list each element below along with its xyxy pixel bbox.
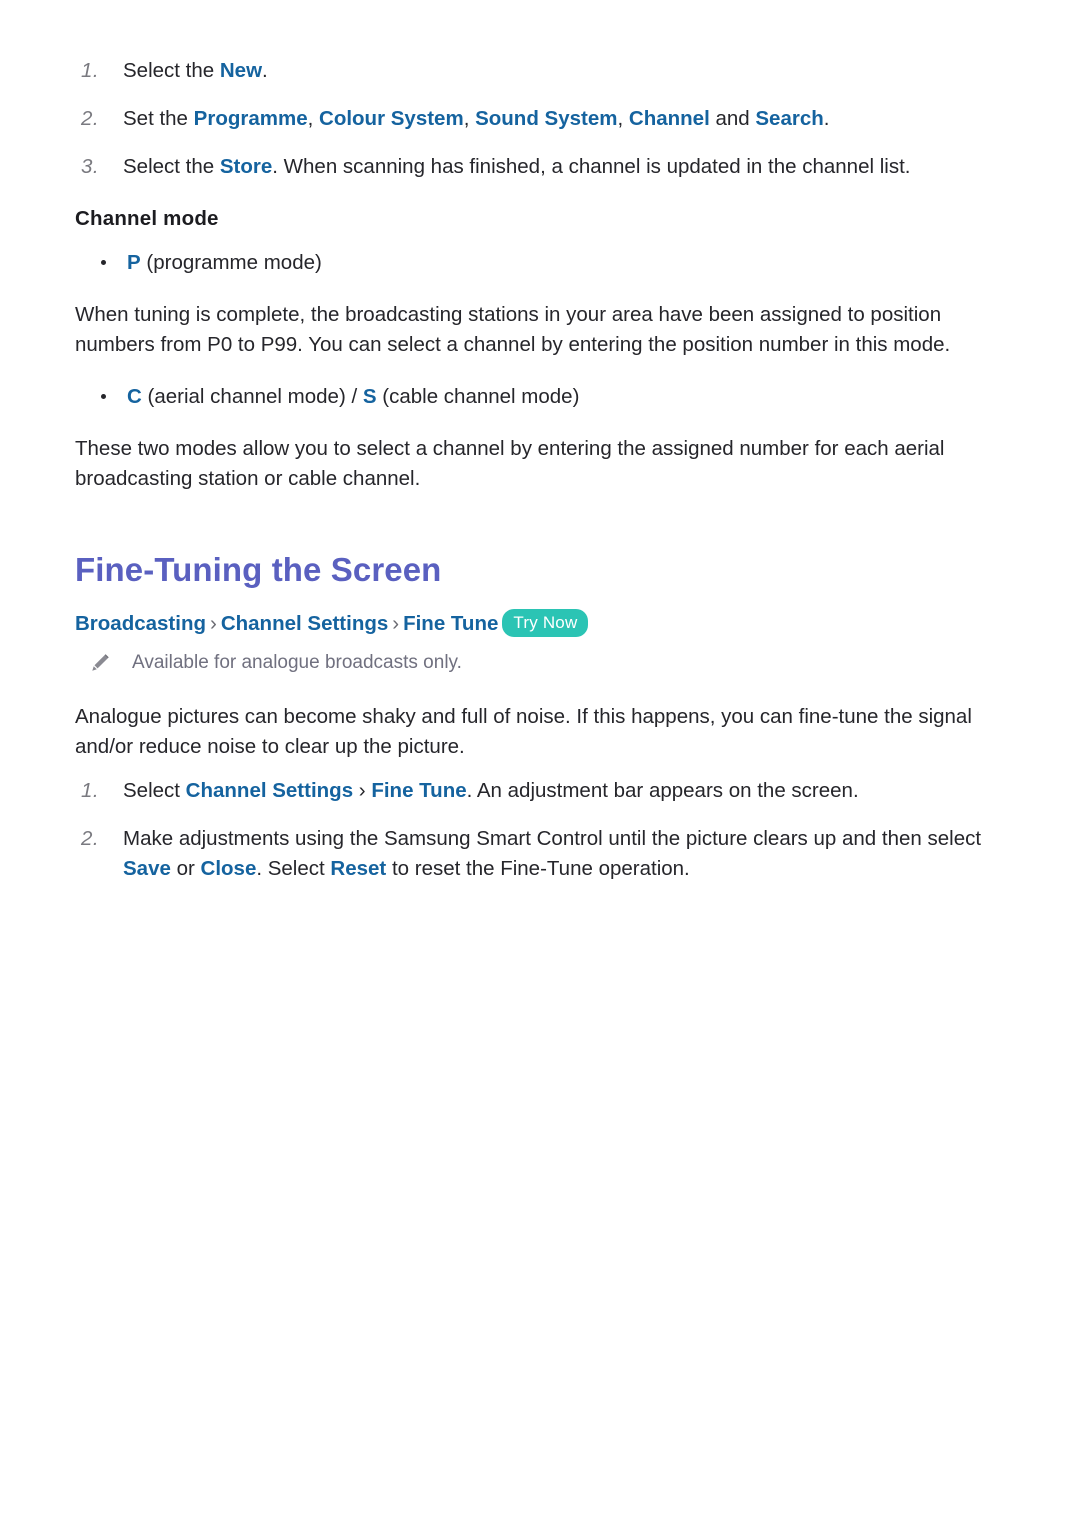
paragraph-programme-mode: When tuning is complete, the broadcastin… <box>75 303 951 356</box>
mode-code-c: C <box>127 385 142 408</box>
list-text: Select the Store. When scanning has fini… <box>123 155 910 178</box>
inline-text: to reset the Fine-Tune operation. <box>386 857 690 880</box>
mode-code-s: S <box>362 385 377 408</box>
channel-mode-bullets: P (programme mode) <box>75 248 1005 278</box>
inline-link[interactable]: Channel Settings <box>186 779 353 802</box>
inline-text: . When scanning has finished, a channel … <box>272 155 911 178</box>
list-text: Set the Programme, Colour System, Sound … <box>123 107 829 130</box>
list-number: 1. <box>81 59 100 82</box>
inline-link[interactable]: Search <box>755 107 823 130</box>
inline-link[interactable]: Save <box>123 857 171 880</box>
inline-link[interactable]: Sound System <box>475 107 617 130</box>
inline-text: or <box>170 857 201 880</box>
list-text: Select the New. <box>123 59 268 82</box>
list-item: 1. Select the New. <box>75 56 1005 86</box>
inline-text: Select <box>123 779 186 802</box>
inline-text: . <box>262 59 268 82</box>
breadcrumb: Broadcasting › Channel Settings › Fine Tune T… <box>75 609 1005 639</box>
inline-text: . Select <box>256 857 331 880</box>
mode-desc-c: (aerial channel mode) / <box>141 385 363 408</box>
list-number: 3. <box>81 155 100 178</box>
inline-link[interactable]: Programme <box>194 107 308 130</box>
list-item: 3. Select the Store. When scanning has f… <box>75 152 1005 182</box>
channel-mode-heading: Channel mode <box>75 207 219 230</box>
inline-link[interactable]: Fine Tune <box>371 779 466 802</box>
list-number: 1. <box>81 779 100 802</box>
fine-tune-steps-list: 1. Select Channel Settings › Fine Tune. … <box>75 776 1005 884</box>
inline-link[interactable]: Reset <box>330 857 386 880</box>
inline-text: › <box>353 779 372 802</box>
page-title: Fine-Tuning the Screen <box>75 551 442 588</box>
inline-text: Select the <box>123 59 220 82</box>
inline-text: , <box>307 107 320 130</box>
inline-link[interactable]: Colour System <box>319 107 464 130</box>
list-item: P (programme mode) <box>75 248 1005 278</box>
chevron-right-icon: › <box>392 612 400 635</box>
bullet-dot-icon <box>101 260 106 265</box>
list-text: Select Channel Settings › Fine Tune. An … <box>123 779 859 802</box>
paragraph-aerial-cable-mode: These two modes allow you to select a ch… <box>75 437 945 490</box>
list-item: 1. Select Channel Settings › Fine Tune. … <box>75 776 1005 806</box>
inline-text: Set the <box>123 107 194 130</box>
inline-text: . An adjustment bar appears on the scree… <box>466 779 859 802</box>
note-text: Available for analogue broadcasts only. <box>132 652 462 673</box>
chevron-right-icon: › <box>210 612 217 635</box>
inline-text: and <box>709 107 756 130</box>
breadcrumb-item-channel-settings[interactable]: Channel Settings <box>221 612 388 635</box>
list-item: 2. Set the Programme, Colour System, Sou… <box>75 104 1005 134</box>
list-item: 2. Make adjustments using the Samsung Sm… <box>75 824 1005 884</box>
list-number: 2. <box>81 107 100 130</box>
list-number: 2. <box>81 827 100 850</box>
inline-text: Make adjustments using the Samsung Smart… <box>123 827 982 850</box>
mode-desc-p: (programme mode) <box>140 251 322 274</box>
mode-desc-s: (cable channel mode) <box>376 385 580 408</box>
inline-text: , <box>617 107 629 130</box>
list-text: Make adjustments using the Samsung Smart… <box>123 827 981 880</box>
note-row: Available for analogue broadcasts only. <box>75 649 1005 676</box>
top-steps-list: 1. Select the New. 2. Set the Programme,… <box>75 56 1005 182</box>
inline-link[interactable]: New <box>220 59 262 82</box>
pencil-icon <box>89 652 111 674</box>
paragraph-intro: Analogue pictures can become shaky and f… <box>75 705 972 758</box>
document-content: 1. Select the New. 2. Set the Programme,… <box>75 56 1005 884</box>
inline-text: , <box>463 107 476 130</box>
try-now-badge[interactable]: Try Now <box>502 609 589 637</box>
inline-link[interactable]: Store <box>220 155 272 178</box>
channel-mode-bullets-2: C (aerial channel mode) / S (cable chann… <box>75 382 1005 412</box>
breadcrumb-item-fine-tune[interactable]: Fine Tune <box>403 612 498 635</box>
document-page: 1. Select the New. 2. Set the Programme,… <box>0 0 1080 1527</box>
list-item: C (aerial channel mode) / S (cable chann… <box>75 382 1005 412</box>
inline-link[interactable]: Channel <box>629 107 710 130</box>
mode-code-p: P <box>127 251 141 274</box>
inline-text: . <box>823 107 830 130</box>
breadcrumb-item-broadcasting[interactable]: Broadcasting <box>75 612 206 635</box>
inline-text: Select the <box>123 155 220 178</box>
bullet-dot-icon <box>101 394 106 399</box>
inline-link[interactable]: Close <box>201 857 257 880</box>
